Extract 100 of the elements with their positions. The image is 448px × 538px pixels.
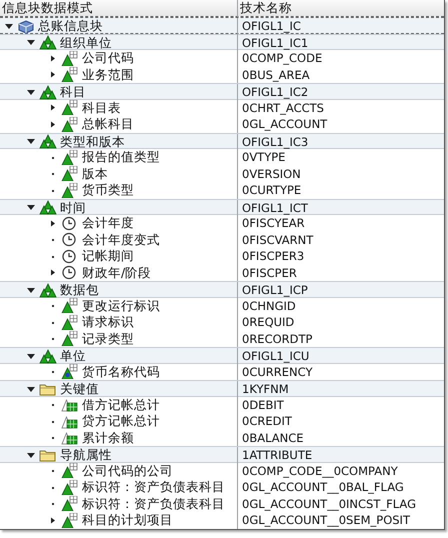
tree-item[interactable]: 组织单位 xyxy=(60,34,112,51)
tree-item[interactable]: 记帐期间 xyxy=(82,248,134,264)
technical-name: OFIGL1_ICU xyxy=(242,349,310,363)
triangles-icon xyxy=(39,84,57,100)
tree-item[interactable]: 借方记帐总计 xyxy=(82,396,160,413)
tree-item[interactable]: 版本 xyxy=(82,166,108,182)
technical-name: 0VTYPE xyxy=(242,150,286,164)
tree-item[interactable]: 类型和版本 xyxy=(60,134,125,150)
tree-item[interactable]: 请求标识 xyxy=(82,314,134,330)
technical-name: OFIGL1_IC2 xyxy=(242,85,308,99)
technical-name: 0REQUID xyxy=(242,315,294,329)
triangles-icon xyxy=(39,282,57,298)
triangles-icon xyxy=(39,200,57,216)
technical-name: 0FISCYEAR xyxy=(242,216,305,230)
technical-name: 0FISCVARNT xyxy=(242,232,314,246)
triangle-grid-icon xyxy=(61,364,79,380)
tree-item[interactable]: 时间 xyxy=(60,200,86,216)
tree-item[interactable]: 单位 xyxy=(60,348,86,364)
triangle-grid-icon xyxy=(61,67,79,82)
triangle-grid-icon xyxy=(61,463,79,478)
tree-item[interactable]: 总帐科目 xyxy=(82,116,134,132)
technical-name: 0CURTYPE xyxy=(242,183,302,197)
tree-item[interactable]: 更改运行标识 xyxy=(82,298,160,314)
triangle-grid-icon xyxy=(61,166,79,182)
cube-icon xyxy=(17,18,35,34)
triangles-icon xyxy=(39,348,57,364)
triangle-grid-icon xyxy=(61,430,79,446)
technical-name: 0COMP_CODE xyxy=(242,51,322,65)
technical-name: 0GL_ACCOUNT__0INCST_FLAG xyxy=(242,496,416,510)
collapse-arrow-icon[interactable] xyxy=(26,286,36,295)
technical-name: 0VERSION xyxy=(242,166,301,180)
technical-name: 0GL_ACCOUNT__0BAL_FLAG xyxy=(242,480,404,494)
triangle-grid-icon xyxy=(61,314,79,330)
tree-item[interactable]: 会计年度变式 xyxy=(82,232,160,248)
technical-name: 1ATTRIBUTE xyxy=(242,448,312,462)
tree-item[interactable]: 财政年/阶段 xyxy=(82,264,152,281)
collapse-arrow-icon[interactable] xyxy=(4,22,14,31)
triangle-grid-icon xyxy=(61,116,79,132)
triangle-grid-icon xyxy=(61,496,79,512)
triangle-grid-icon xyxy=(61,414,79,429)
technical-name: 0GL_ACCOUNT__0SEM_POSIT xyxy=(242,513,410,527)
tree-item[interactable]: 会计年度 xyxy=(82,215,134,232)
technical-name: 0GL_ACCOUNT xyxy=(242,117,328,131)
tree-item[interactable]: 总账信息块 xyxy=(38,18,103,34)
tree-item[interactable]: 贷方记帐总计 xyxy=(82,413,160,430)
triangle-grid-icon xyxy=(61,150,79,165)
technical-name: 0COMP_CODE__0COMPANY xyxy=(242,464,398,478)
tree-item[interactable]: 报告的值类型 xyxy=(82,149,160,166)
tree-item[interactable]: 记录类型 xyxy=(82,330,134,347)
technical-name: 1KYFNM xyxy=(242,382,289,396)
tree-item[interactable]: 货币名称代码 xyxy=(82,364,160,380)
collapse-arrow-icon[interactable] xyxy=(26,384,36,394)
tree-item[interactable]: 累计余额 xyxy=(82,430,134,446)
technical-name: 0FISCPER3 xyxy=(242,249,304,263)
technical-name: 0DEBIT xyxy=(242,398,284,412)
technical-name: 0CURRENCY xyxy=(242,364,312,378)
triangles-icon xyxy=(39,134,57,150)
folder-icon xyxy=(39,448,57,463)
technical-name: 0BALANCE xyxy=(242,430,304,444)
column-header: 信息块数据模式 xyxy=(2,0,93,16)
triangle-grid-icon xyxy=(61,50,79,66)
triangle-grid-icon xyxy=(61,182,79,198)
tree-item[interactable]: 关键值 xyxy=(60,381,99,398)
collapse-arrow-icon[interactable] xyxy=(26,450,36,460)
folder-icon xyxy=(39,382,57,397)
technical-name: 0FISCPER xyxy=(242,266,297,280)
technical-name: OFIGL1_IC3 xyxy=(242,134,308,148)
triangle-grid-icon xyxy=(61,512,79,528)
triangles-icon xyxy=(39,35,57,50)
tree-item[interactable]: 数据包 xyxy=(60,282,99,298)
tree-item[interactable]: 业务范围 xyxy=(82,66,134,83)
technical-name: 0CHNGID xyxy=(242,298,296,312)
technical-name: 0CHRT_ACCTS xyxy=(242,100,324,114)
triangle-grid-icon xyxy=(61,298,79,314)
tree-item[interactable]: 标识符：资产负债表科目 xyxy=(82,479,225,496)
tree-item[interactable]: 标识符：资产负债表科目 xyxy=(82,496,225,512)
triangle-grid-icon xyxy=(61,331,79,346)
tree-item[interactable]: 科目表 xyxy=(82,100,121,116)
tree-item[interactable]: 科目的计划项目 xyxy=(82,512,173,528)
collapse-arrow-icon[interactable] xyxy=(26,203,36,212)
collapse-arrow-icon[interactable] xyxy=(26,137,36,146)
technical-name: OFIGL1_IC xyxy=(242,19,301,33)
collapse-arrow-icon[interactable] xyxy=(26,38,36,48)
tree-item[interactable]: 货币类型 xyxy=(82,182,134,198)
technical-name: OFIGL1_IC1 xyxy=(242,36,308,50)
triangle-grid-icon xyxy=(61,100,79,116)
tree-item[interactable]: 导航属性 xyxy=(60,447,112,464)
tree-item[interactable]: 公司代码 xyxy=(82,50,134,66)
technical-name: 0BUS_AREA xyxy=(242,68,310,82)
triangle-grid-icon xyxy=(61,480,79,495)
column-header: 技术名称 xyxy=(240,0,292,15)
technical-name: 0CREDIT xyxy=(242,414,292,428)
collapse-arrow-icon[interactable] xyxy=(26,352,36,361)
collapse-arrow-icon[interactable] xyxy=(26,88,36,97)
technical-name: OFIGL1_ICP xyxy=(242,283,308,297)
tree-item[interactable]: 科目 xyxy=(60,84,86,100)
tree-item[interactable]: 公司代码的公司 xyxy=(82,462,173,479)
triangle-grid-icon xyxy=(61,397,79,412)
technical-name: 0RECORDTP xyxy=(242,332,312,346)
technical-name: OFIGL1_ICT xyxy=(242,200,308,214)
